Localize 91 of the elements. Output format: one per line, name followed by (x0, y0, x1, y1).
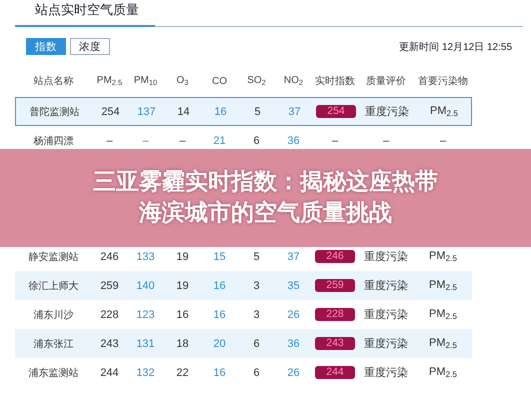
table-cell: 132 (136, 366, 155, 378)
table-cell: 5 (253, 250, 260, 262)
table-cell: 3 (253, 308, 260, 320)
column-header: SO$_{2}$ (247, 75, 266, 87)
table-cell: 18 (176, 338, 189, 350)
station-name: 浦东张江 (34, 338, 74, 350)
table-cell: 133 (136, 250, 155, 262)
overlay-title: 三亚雾霾实时指数：揭秘这座热带海滨城市的空气质量挑战 (92, 168, 439, 228)
table-cell: 26 (287, 366, 300, 378)
column-header: PM$_{10}$ (134, 75, 158, 87)
table-cell: 123 (136, 308, 155, 320)
table-cell-text: 重度污染 (364, 308, 408, 322)
table-row[interactable]: 徐汇上师大 259 140 19 16 3 35 259 重度污染 PM$_{2.5}$ (15, 271, 472, 300)
table-cell-text: 重度污染 (364, 250, 408, 264)
table-cell: PM$_{2.5}$ (429, 250, 457, 264)
station-name: 浦东川沙 (34, 308, 74, 322)
table-cell: 22 (176, 366, 189, 378)
table-cell-text: 重度污染 (364, 366, 408, 380)
table-cell-text: 重度污染 (365, 104, 409, 119)
update-time: 更新时间 12月12日 12:55 (399, 40, 512, 54)
table-cell: 37 (287, 250, 300, 262)
column-header: NO$_{2}$ (284, 75, 304, 87)
table-cell: 6 (253, 134, 260, 146)
table-row[interactable]: 普陀监测站 254 137 14 16 5 37 254 重度污染 PM$_{2.5}$ (15, 97, 472, 126)
index-badge: 228 (315, 308, 355, 321)
table-cell-text: 重度污染 (364, 278, 408, 293)
table-cell: PM$_{2.5}$ (429, 278, 457, 292)
tab[interactable]: 浓度 (70, 38, 110, 55)
table-row[interactable]: 静安监测站 246 133 19 15 5 37 246 重度污染 PM$_{2.5}$ (15, 242, 472, 271)
station-name: 徐汇上师大 (28, 280, 78, 292)
table-cell: 246 (100, 250, 119, 262)
table-cell: – (332, 134, 338, 146)
table-cell: – (440, 134, 446, 146)
table-cell: 259 (100, 280, 119, 292)
column-header: PM$_{2.5}$ (96, 75, 122, 87)
table-cell: 15 (213, 250, 226, 262)
table-cell: 244 (100, 366, 119, 378)
table-cell: 35 (287, 280, 300, 292)
table-cell-text: 重度污染 (364, 336, 408, 351)
table-cell: 131 (136, 338, 155, 350)
table-cell: 16 (213, 280, 226, 292)
table-cell: PM$_{2.5}$ (429, 336, 457, 350)
index-badge: 244 (315, 366, 355, 379)
column-header: 实时指数 (315, 74, 355, 88)
index-badge: 246 (315, 250, 355, 263)
table-cell: 140 (136, 280, 155, 292)
index-badge: 254 (316, 105, 356, 118)
table-cell: 5 (254, 106, 261, 118)
index-badge: 243 (315, 337, 355, 350)
table-cell: – (142, 134, 149, 146)
table-cell: 21 (213, 134, 226, 146)
table-cell: 16 (213, 366, 226, 378)
table-cell: 36 (287, 134, 300, 146)
table-cell: 243 (100, 338, 119, 350)
table-cell: 3 (253, 280, 260, 292)
column-header: O$_{3}$ (176, 75, 188, 87)
table-row[interactable]: 浦东张江 243 131 18 20 6 36 243 重度污染 PM$_{2.5}$ (15, 329, 472, 358)
station-name: 浦东监测站 (28, 366, 78, 380)
table-cell: – (106, 134, 113, 146)
table-cell: – (179, 134, 186, 146)
table-cell: 16 (176, 308, 189, 320)
table-cell: 26 (287, 308, 300, 320)
table-cell: – (382, 134, 390, 146)
table-cell: 137 (137, 106, 156, 118)
table-cell: PM$_{2.5}$ (429, 308, 457, 322)
table-cell: 36 (287, 338, 300, 350)
station-name: 普陀监测站 (30, 106, 80, 118)
table-cell: 16 (213, 308, 226, 320)
table-cell: 37 (288, 106, 301, 118)
column-header: CO (212, 76, 227, 86)
table-cell: 6 (253, 338, 260, 350)
station-name: 杨浦四漂 (34, 134, 74, 148)
table-cell: PM$_{2.5}$ (429, 366, 457, 380)
table-cell: 228 (100, 308, 119, 320)
table-cell: 14 (177, 106, 190, 118)
table-row[interactable]: 浦东监测站 244 132 22 16 6 26 244 重度污染 PM$_{2.5}$ (15, 358, 472, 387)
table-row[interactable]: 杨浦四漂 – – – 21 6 36 – – – (15, 126, 472, 155)
table-row[interactable]: 浦东川沙 228 123 16 16 3 26 228 重度污染 PM$_{2.5}$ (15, 300, 472, 329)
table-cell: 6 (253, 366, 260, 378)
page-title: 站点实时空气质量 (15, 1, 155, 27)
table-cell: 254 (101, 106, 120, 118)
table-cell: 19 (176, 250, 189, 262)
table-cell: 19 (176, 280, 189, 292)
column-header: 质量评价 (366, 74, 406, 88)
table-cell: 16 (214, 106, 227, 118)
table-cell: 20 (213, 338, 226, 350)
table-cell: PM$_{2.5}$ (430, 104, 458, 118)
station-name: 静安监测站 (28, 250, 78, 264)
column-header: 首要污染物 (418, 74, 468, 88)
index-badge: 259 (315, 279, 355, 292)
column-header: 站点名称 (34, 74, 74, 88)
